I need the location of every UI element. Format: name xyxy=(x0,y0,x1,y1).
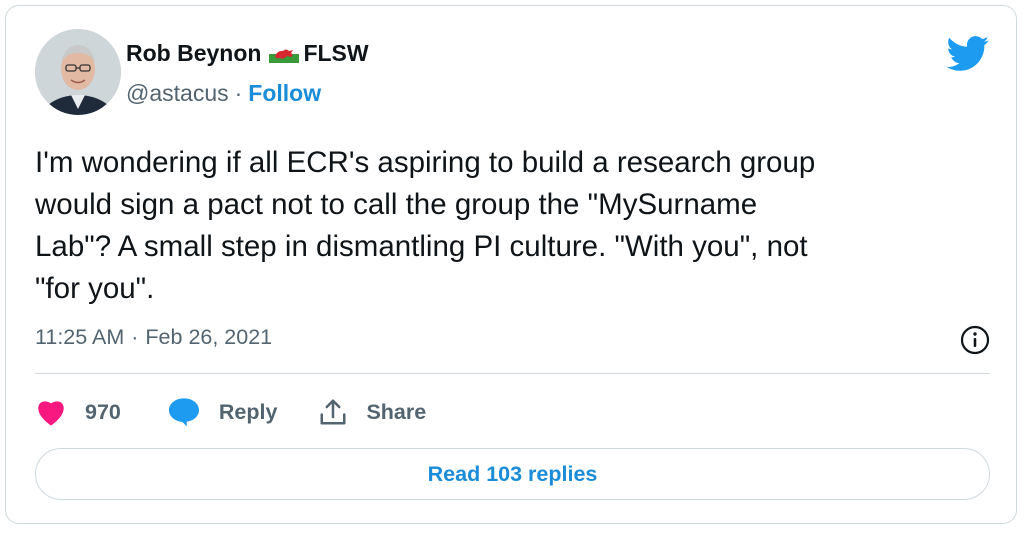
tweet-card: Rob Beynon FLSW @astacus · Follow I'm wo… xyxy=(5,5,1017,524)
heart-icon xyxy=(38,401,64,426)
tweet-timestamp[interactable]: 11:25 AM · Feb 26, 2021 xyxy=(35,325,272,350)
reply-bubble-icon xyxy=(168,398,199,427)
info-icon[interactable] xyxy=(959,324,991,356)
share-button[interactable]: Share xyxy=(318,397,426,427)
like-button[interactable]: 970 xyxy=(35,398,121,426)
author-name-row: Rob Beynon FLSW xyxy=(126,40,369,67)
tweet-time[interactable]: 11:25 AM xyxy=(35,325,124,350)
like-count[interactable]: 970 xyxy=(85,400,121,425)
wales-flag-icon xyxy=(269,44,300,63)
read-replies-button[interactable]: Read 103 replies xyxy=(35,448,990,500)
author-name[interactable]: Rob Beynon xyxy=(126,40,261,67)
reply-button[interactable]: Reply xyxy=(167,397,278,427)
handle-separator: · xyxy=(234,80,243,106)
avatar-image xyxy=(35,29,121,115)
timestamp-separator: · xyxy=(131,325,139,349)
divider xyxy=(35,373,990,374)
author-affiliation: FLSW xyxy=(303,40,369,66)
tweet-date[interactable]: Feb 26, 2021 xyxy=(145,325,272,350)
share-icon xyxy=(320,399,346,425)
author-handle[interactable]: @astacus xyxy=(126,80,229,107)
reply-label: Reply xyxy=(218,399,278,424)
handle-row: @astacus · Follow xyxy=(126,80,321,107)
follow-link[interactable]: Follow xyxy=(248,80,321,107)
action-bar: 970 Reply Share xyxy=(35,392,426,432)
avatar[interactable] xyxy=(35,29,121,115)
tweet-text: I'm wondering if all ECR's aspiring to b… xyxy=(35,146,816,305)
share-label: Share xyxy=(366,399,427,424)
twitter-bird-icon[interactable] xyxy=(946,36,990,72)
